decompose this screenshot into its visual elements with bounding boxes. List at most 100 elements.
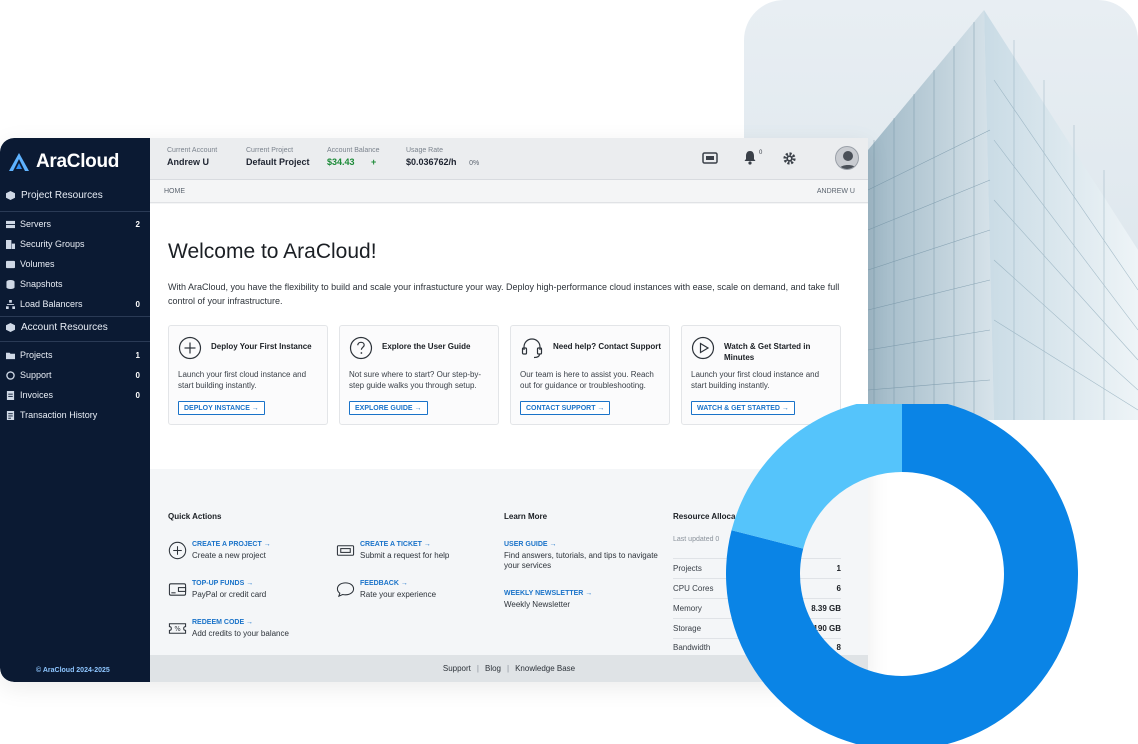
sidebar-section-account[interactable]: Account Resources: [6, 322, 108, 333]
sidebar-item-load-balancers[interactable]: Load Balancers 0: [6, 295, 144, 313]
logo[interactable]: AraCloud: [8, 150, 119, 174]
resource-last-updated: Last updated 0: [673, 536, 720, 543]
card-description: Not sure where to start? Our step-by-ste…: [349, 370, 482, 390]
quick-action-feedback[interactable]: FEEDBACK → Rate your experience: [336, 580, 436, 600]
quick-action-link[interactable]: TOP-UP FUNDS →: [192, 580, 266, 587]
account-balance-label: Account Balance: [327, 147, 380, 154]
invoice-icon: [6, 390, 15, 400]
ticket-icon: [336, 545, 355, 556]
resource-label: Storage: [673, 624, 702, 633]
learn-more-newsletter[interactable]: WEEKLY NEWSLETTER → Weekly Newsletter: [504, 590, 669, 610]
sidebar: AraCloud Project Resources Servers 2 Sec…: [0, 138, 150, 682]
logo-icon: [9, 153, 29, 171]
sidebar-item-count: 2: [135, 219, 140, 229]
resource-label: Projects: [673, 564, 702, 573]
card-title: Explore the User Guide: [382, 342, 471, 351]
learn-more-link[interactable]: WEEKLY NEWSLETTER →: [504, 590, 592, 597]
svg-text:%: %: [174, 625, 180, 633]
quick-action-create-ticket[interactable]: CREATE A TICKET → Submit a request for h…: [336, 541, 449, 561]
breadcrumb: HOME ANDREW U: [150, 181, 868, 203]
explore-guide-button[interactable]: EXPLORE GUIDE →: [349, 401, 428, 415]
copyright: © AraCloud 2024-2025: [36, 667, 110, 674]
footer-link-knowledge-base[interactable]: Knowledge Base: [515, 664, 575, 673]
quick-action-link[interactable]: FEEDBACK →: [360, 580, 436, 587]
card-description: Launch your first cloud instance and sta…: [178, 370, 307, 390]
deploy-instance-button[interactable]: DEPLOY INSTANCE →: [178, 401, 265, 415]
sidebar-item-count: 0: [135, 390, 140, 400]
card-title: Watch & Get Started in Minutes: [724, 342, 811, 362]
sidebar-item-servers[interactable]: Servers 2: [6, 215, 144, 233]
sidebar-item-count: 1: [135, 350, 140, 360]
sidebar-item-label: Load Balancers: [20, 299, 83, 309]
logo-text: AraCloud: [36, 151, 120, 172]
sidebar-item-label: Projects: [20, 350, 53, 360]
add-funds-button[interactable]: +: [371, 157, 376, 167]
card-description: Launch your first cloud instance and sta…: [691, 370, 820, 390]
learn-more-link[interactable]: USER GUIDE →: [504, 541, 669, 548]
top-header: Current Account Andrew U Current Project…: [150, 138, 868, 180]
learn-more-description: Find answers, tutorials, and tips to nav…: [504, 551, 658, 570]
sidebar-item-label: Support: [20, 370, 52, 380]
avatar[interactable]: [835, 146, 859, 170]
bell-icon[interactable]: [743, 150, 757, 165]
sidebar-item-snapshots[interactable]: Snapshots: [6, 275, 144, 293]
quick-action-link[interactable]: REDEEM CODE →: [192, 619, 289, 626]
server-icon: [6, 220, 15, 228]
footer-separator: |: [476, 664, 479, 673]
sidebar-item-invoices[interactable]: Invoices 0: [6, 386, 144, 404]
quick-action-link[interactable]: CREATE A TICKET →: [360, 541, 449, 548]
usage-rate-percent: 0%: [469, 160, 480, 167]
account-balance: Account Balance $34.43 +: [327, 147, 380, 167]
quick-action-link[interactable]: CREATE A PROJECT →: [192, 541, 271, 548]
sidebar-item-label: Invoices: [20, 390, 54, 400]
sidebar-item-transaction-history[interactable]: Transaction History: [6, 406, 144, 424]
current-project[interactable]: Current Project Default Project: [246, 147, 310, 167]
sidebar-section-label: Project Resources: [21, 190, 103, 201]
sidebar-item-label: Volumes: [20, 259, 55, 269]
sidebar-item-projects[interactable]: Projects 1: [6, 346, 144, 364]
quick-action-description: Create a new project: [192, 551, 266, 560]
sidebar-divider: [0, 341, 150, 342]
card-contact-support: Need help? Contact Support Our team is h…: [510, 325, 670, 425]
card-title: Need help? Contact Support: [553, 342, 661, 351]
sidebar-item-volumes[interactable]: Volumes: [6, 255, 144, 273]
quick-action-top-up-funds[interactable]: TOP-UP FUNDS → PayPal or credit card: [168, 580, 266, 600]
quick-action-redeem-code[interactable]: % REDEEM CODE → Add credits to your bala…: [168, 619, 289, 639]
card-deploy-instance: Deploy Your First Instance Launch your f…: [168, 325, 328, 425]
sidebar-item-label: Transaction History: [20, 410, 98, 420]
contact-support-button[interactable]: CONTACT SUPPORT →: [520, 401, 611, 415]
sidebar-item-label: Servers: [20, 219, 52, 229]
card-title: Deploy Your First Instance: [211, 342, 312, 351]
account-balance-row: $34.43 +: [327, 157, 380, 167]
sidebar-item-count: 0: [135, 299, 140, 309]
quick-actions-title: Quick Actions: [168, 512, 222, 521]
sidebar-item-security-groups[interactable]: Security Groups: [6, 235, 144, 253]
headset-icon: [521, 338, 543, 359]
current-project-label: Current Project: [246, 147, 294, 154]
sidebar-item-support[interactable]: Support 0: [6, 366, 144, 384]
gear-icon[interactable]: [782, 151, 797, 166]
current-account-value: Andrew U: [167, 157, 210, 167]
ticket-icon[interactable]: [702, 152, 718, 164]
footer-link-support[interactable]: Support: [443, 664, 471, 673]
card-description: Our team is here to assist you. Reach ou…: [520, 370, 654, 390]
security-groups-icon: [6, 239, 15, 249]
usage-rate-row: $0.036762/h 0%: [406, 157, 479, 167]
support-icon: [6, 370, 15, 380]
sidebar-divider: [0, 316, 150, 317]
breadcrumb-user[interactable]: ANDREW U: [817, 188, 855, 195]
breadcrumb-home[interactable]: HOME: [164, 188, 185, 195]
donut-graphic: [726, 404, 1078, 744]
quick-action-create-project[interactable]: CREATE A PROJECT → Create a new project: [168, 541, 271, 561]
learn-more-title: Learn More: [504, 512, 548, 521]
footer-separator: |: [507, 664, 510, 673]
usage-rate: Usage Rate $0.036762/h 0%: [406, 147, 479, 167]
volume-icon: [6, 260, 15, 268]
sidebar-section-project[interactable]: Project Resources: [6, 190, 103, 201]
chat-bubble-icon: [336, 582, 355, 598]
footer-link-blog[interactable]: Blog: [485, 664, 501, 673]
current-account[interactable]: Current Account Andrew U: [167, 147, 217, 167]
sidebar-section-label: Account Resources: [21, 322, 108, 333]
play-circle-icon: [691, 336, 715, 360]
learn-more-user-guide[interactable]: USER GUIDE → Find answers, tutorials, an…: [504, 541, 669, 571]
